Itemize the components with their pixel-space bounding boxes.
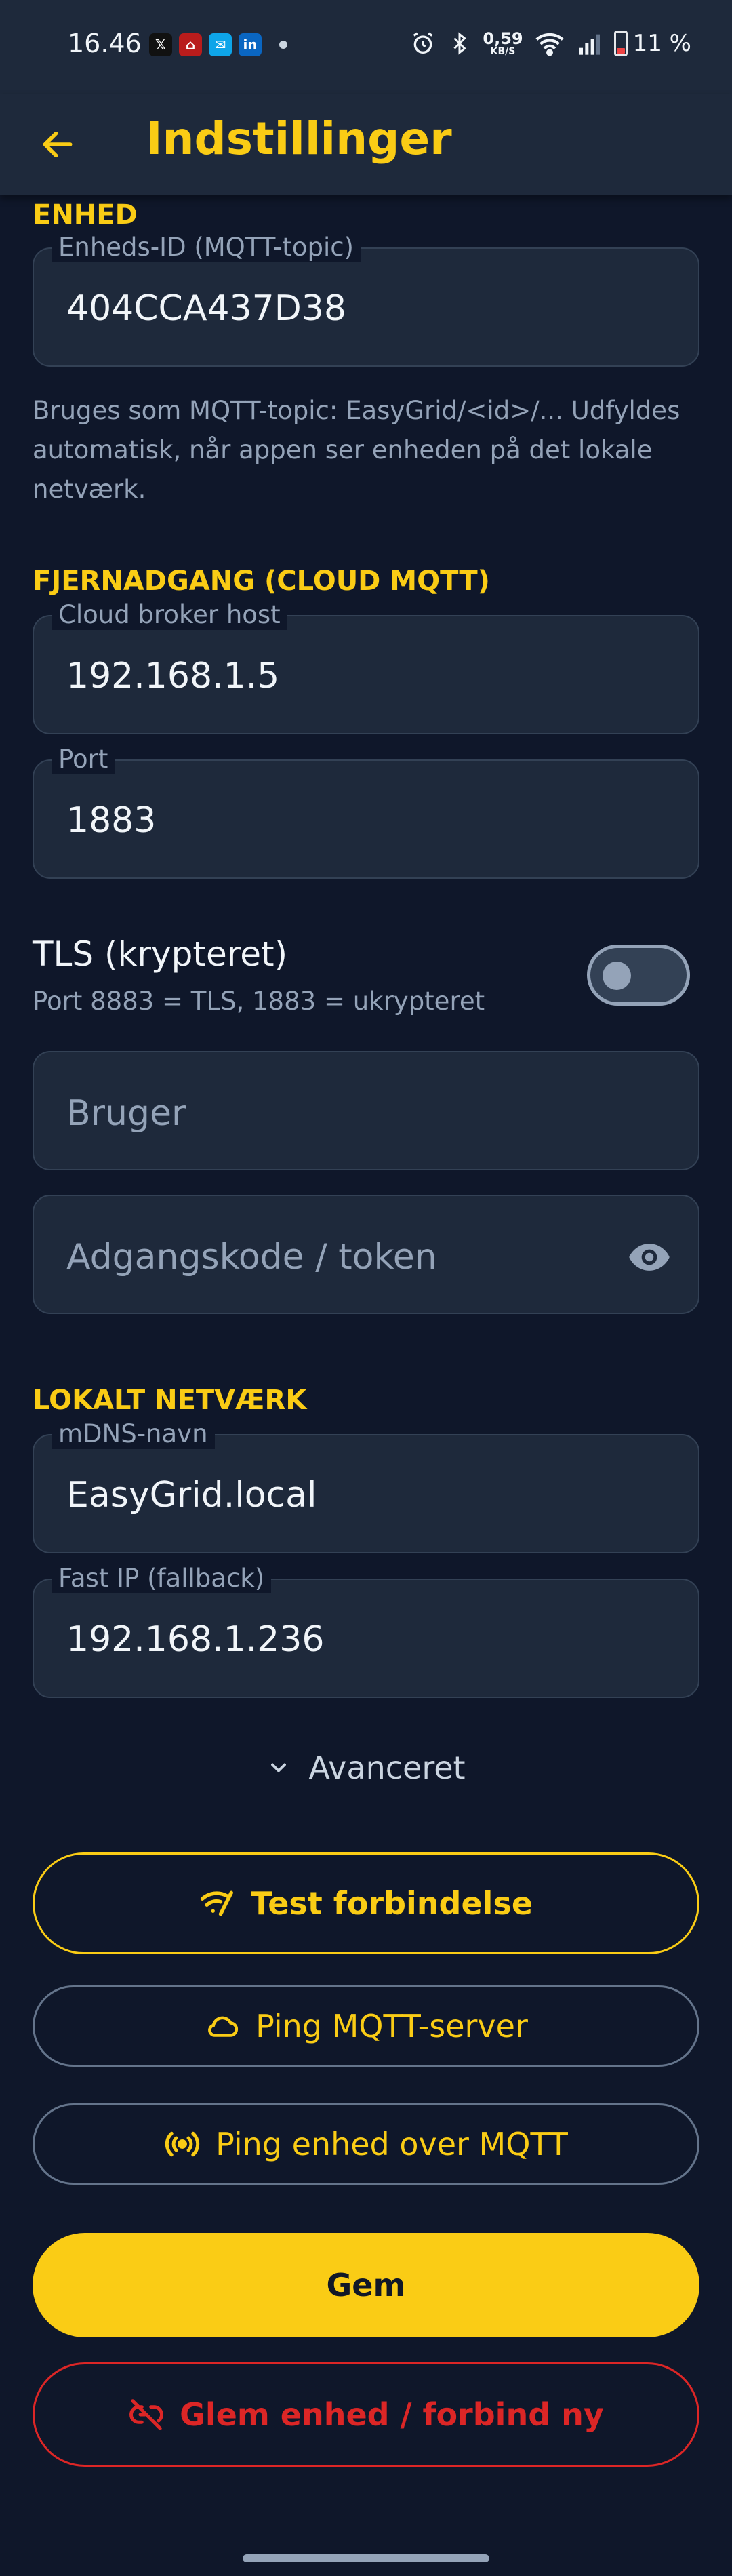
alarm-icon [413, 32, 433, 54]
more-notifications-dot [279, 41, 287, 49]
tls-title: TLS (krypteret) [33, 934, 288, 974]
section-title-device: ENHED [33, 199, 138, 231]
broker-host-field[interactable]: Cloud broker host 192.168.1.5 [33, 600, 699, 734]
back-button[interactable] [34, 121, 81, 168]
toggle-password-visibility-button[interactable] [625, 1233, 674, 1282]
signal-icon [579, 34, 600, 55]
status-bar: 16.46 𝕏 ⌂ ✉ in 0,59 KB/S 11 % [0, 0, 732, 94]
device-helper-text: Bruges som MQTT-topic: EasyGrid/<id>/...… [33, 396, 680, 504]
ping-server-button[interactable]: Ping MQTT-server [33, 1985, 699, 2067]
fixed-ip-value: 192.168.1.236 [66, 1619, 325, 1660]
device-id-field[interactable]: Enheds-ID (MQTT-topic) 404CCA437D38 [33, 233, 699, 367]
network-speed-value: 0,59 [483, 29, 523, 48]
ping-device-button[interactable]: Ping enhed over MQTT [33, 2103, 699, 2185]
device-id-label: Enheds-ID (MQTT-topic) [52, 233, 361, 262]
test-connection-button[interactable]: Test forbindelse [33, 1852, 699, 1954]
wifi-icon [535, 33, 564, 56]
clock: 16.46 [68, 28, 142, 58]
x-icon: 𝕏 [149, 33, 172, 56]
save-label: Gem [326, 2267, 406, 2303]
network-speed: 0,59 KB/S [483, 31, 523, 56]
tls-toggle-knob [603, 962, 631, 990]
ping-server-label: Ping MQTT-server [256, 2008, 528, 2044]
bluetooth-icon [453, 32, 467, 55]
tls-toggle[interactable] [587, 945, 690, 1006]
ping-device-label: Ping enhed over MQTT [216, 2126, 568, 2162]
password-field[interactable]: Adgangskode / token [33, 1195, 699, 1314]
system-icons: 0,59 KB/S 11 % [409, 30, 691, 57]
chevron-down-icon [271, 1763, 287, 1773]
eye-icon [629, 1244, 670, 1271]
save-button[interactable]: Gem [33, 2233, 699, 2337]
network-speed-unit: KB/S [490, 46, 516, 57]
broker-host-label: Cloud broker host [52, 600, 287, 630]
battery-indicator: 11 % [613, 30, 691, 57]
mdns-field[interactable]: mDNS-navn EasyGrid.local [33, 1419, 699, 1553]
mdns-label: mDNS-navn [52, 1419, 215, 1449]
message-icon: ✉ [209, 33, 232, 56]
password-placeholder: Adgangskode / token [66, 1237, 437, 1277]
user-field[interactable]: Bruger [33, 1051, 699, 1170]
user-placeholder: Bruger [66, 1093, 186, 1134]
cloud-icon [208, 2016, 239, 2037]
test-connection-label: Test forbindelse [250, 1885, 533, 1922]
fixed-ip-label: Fast IP (fallback) [52, 1564, 272, 1593]
battery-percent: 11 % [632, 30, 691, 57]
section-title-local: LOKALT NETVÆRK [33, 1385, 307, 1416]
wifi-tethering-icon [200, 1890, 233, 1916]
port-field[interactable]: Port 1883 [33, 745, 699, 879]
notification-icons: 𝕏 ⌂ ✉ in [149, 33, 287, 56]
fixed-ip-field[interactable]: Fast IP (fallback) 192.168.1.236 [33, 1564, 699, 1698]
arrow-left-icon [43, 131, 73, 158]
mdns-value: EasyGrid.local [66, 1475, 317, 1515]
gesture-home-bar[interactable] [243, 2554, 489, 2562]
home-icon: ⌂ [179, 33, 202, 56]
broadcast-icon [165, 2131, 200, 2157]
tls-subtitle: Port 8883 = TLS, 1883 = ukrypteret [33, 987, 485, 1016]
broker-host-value: 192.168.1.5 [66, 656, 280, 696]
section-title-remote: FJERNADGANG (CLOUD MQTT) [33, 566, 490, 597]
forget-device-button[interactable]: Glem enhed / forbind ny [33, 2362, 699, 2467]
page-title: Indstillinger [146, 113, 452, 165]
linkedin-icon: in [239, 33, 262, 56]
advanced-label: Avanceret [308, 1749, 466, 1786]
forget-device-label: Glem enhed / forbind ny [180, 2396, 604, 2433]
port-value: 1883 [66, 800, 157, 841]
port-label: Port [52, 745, 115, 774]
advanced-expander[interactable]: Avanceret [0, 1749, 732, 1786]
app-bar: Indstillinger [0, 94, 732, 195]
link-off-icon [129, 2399, 164, 2430]
battery-icon [613, 31, 628, 56]
device-id-value: 404CCA437D38 [66, 288, 346, 329]
